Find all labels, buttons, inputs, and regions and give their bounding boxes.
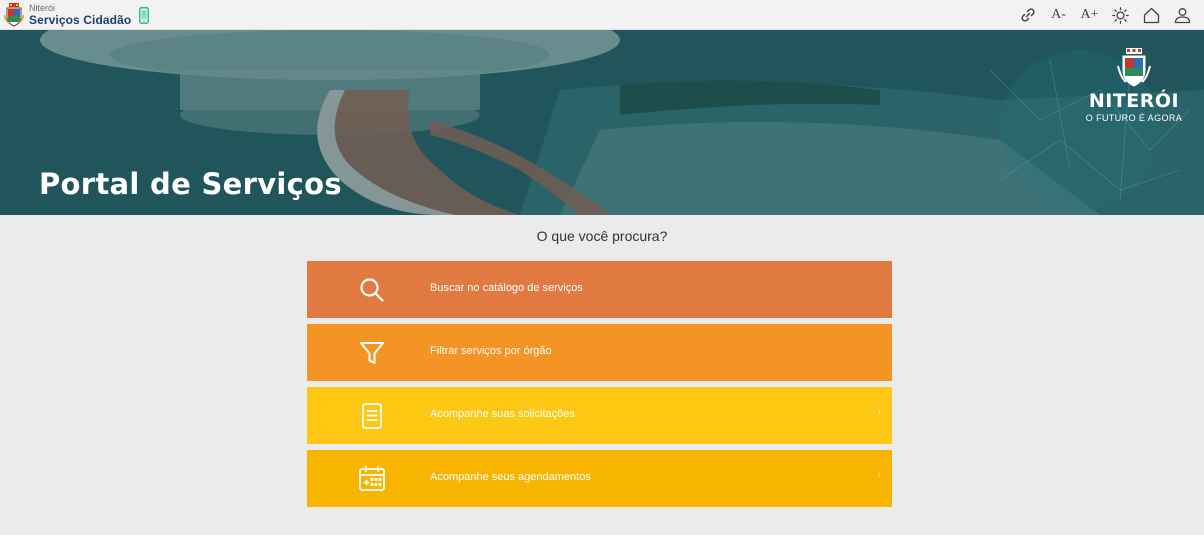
- brand-logo[interactable]: Niterói Serviços Cidadão: [4, 2, 150, 28]
- chevron-right-icon: ›: [877, 406, 881, 418]
- document-icon: [362, 403, 382, 429]
- city-crest-icon: [1117, 48, 1151, 87]
- mobile-app-icon[interactable]: [139, 6, 150, 24]
- logo-name: NITERÓI: [1088, 90, 1180, 112]
- brand-city: Niterói: [29, 3, 56, 13]
- city-crest-icon: [4, 3, 24, 27]
- page-title: Portal de Serviços: [39, 167, 342, 201]
- track-appointments-button[interactable]: Acompanhe seus agendamentos ›: [307, 450, 892, 507]
- calendar-icon: [359, 465, 385, 491]
- link-button[interactable]: [1012, 0, 1043, 30]
- card-label: Acompanhe seus agendamentos: [430, 471, 591, 483]
- brand-app-name: Serviços Cidadão: [29, 13, 132, 27]
- niteroi-logo: NITERÓI O FUTURO É AGORA: [1084, 48, 1184, 123]
- font-increase-button[interactable]: A+: [1074, 0, 1105, 30]
- home-button[interactable]: [1136, 0, 1167, 30]
- accessibility-toolbar: A- A+: [1012, 0, 1198, 30]
- contrast-button[interactable]: [1105, 0, 1136, 30]
- chevron-right-icon: ›: [877, 469, 881, 481]
- track-requests-button[interactable]: Acompanhe suas solicitações ›: [307, 387, 892, 444]
- link-icon: [1020, 8, 1035, 22]
- hero-banner: Portal de Serviços NITERÓI O FUTURO É AG…: [0, 30, 1204, 215]
- logo-tagline: O FUTURO É AGORA: [1085, 113, 1183, 123]
- user-icon: [1174, 7, 1191, 23]
- search-icon: [360, 278, 384, 302]
- contrast-sun-icon: [1112, 6, 1129, 24]
- font-increase-icon: A+: [1080, 7, 1099, 22]
- top-bar: Niterói Serviços Cidadão A- A+: [0, 0, 1204, 30]
- filter-by-agency-button[interactable]: Filtrar serviços por órgão: [307, 324, 892, 381]
- home-icon: [1143, 7, 1160, 23]
- filter-icon: [360, 342, 384, 364]
- font-decrease-button[interactable]: A-: [1043, 0, 1074, 30]
- card-label: Filtrar serviços por órgão: [430, 345, 552, 357]
- service-options: Buscar no catálogo de serviços Filtrar s…: [307, 261, 892, 513]
- font-decrease-icon: A-: [1051, 7, 1066, 22]
- card-label: Acompanhe suas solicitações: [430, 408, 575, 420]
- search-catalog-button[interactable]: Buscar no catálogo de serviços: [307, 261, 892, 318]
- search-prompt: O que você procura?: [536, 228, 668, 244]
- user-button[interactable]: [1167, 0, 1198, 30]
- card-label: Buscar no catálogo de serviços: [430, 282, 583, 294]
